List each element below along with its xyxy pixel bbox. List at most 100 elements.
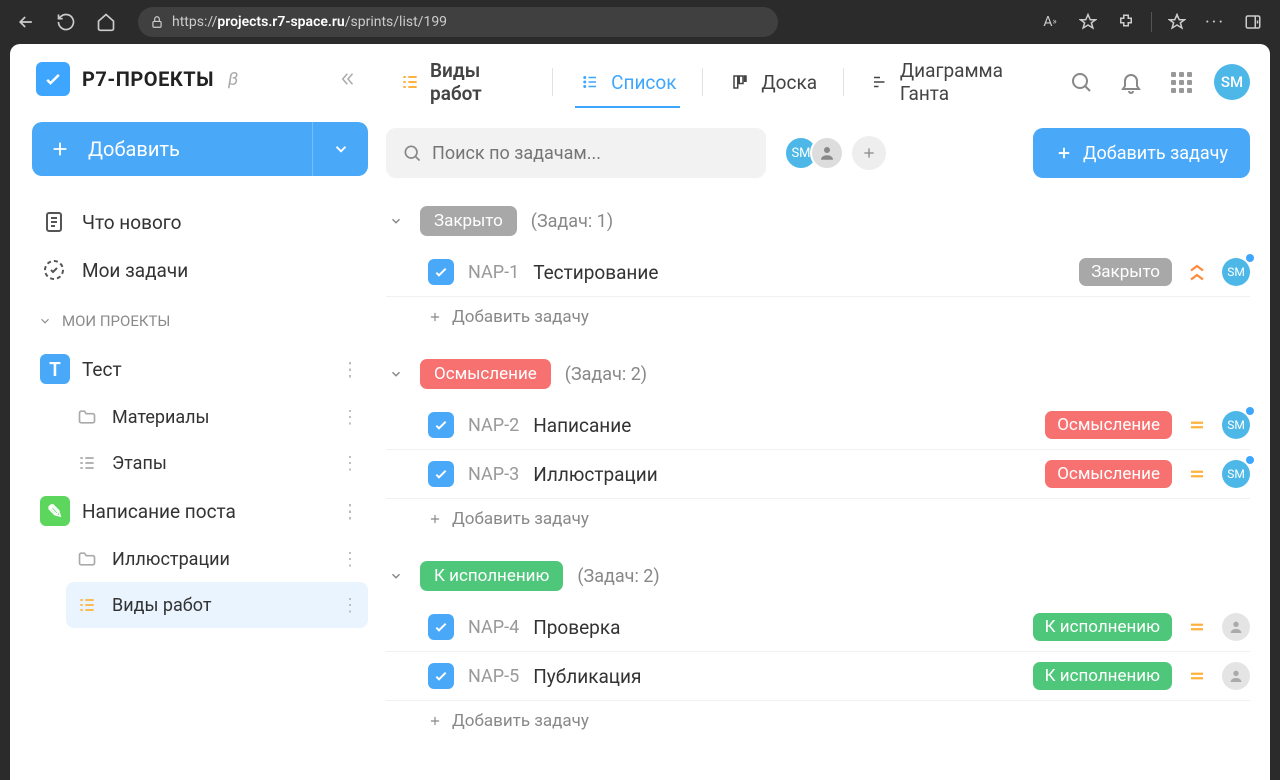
- project-more-button[interactable]: ⋮: [338, 402, 362, 432]
- search-input[interactable]: [432, 143, 750, 164]
- project-more-button[interactable]: ⋮: [338, 448, 362, 478]
- section-label: МОИ ПРОЕКТЫ: [62, 312, 170, 330]
- add-task-button[interactable]: Добавить задачу: [1033, 128, 1250, 178]
- group-header[interactable]: Закрыто (Задач: 1): [386, 200, 1250, 248]
- task-check-icon[interactable]: [428, 259, 454, 285]
- project-child-name: Виды работ: [112, 595, 212, 616]
- collections-icon[interactable]: [1160, 6, 1194, 38]
- browser-home-button[interactable]: [90, 6, 122, 38]
- task-row[interactable]: NAP-3 Иллюстрации Осмысление SM: [386, 450, 1250, 499]
- assignee-avatar[interactable]: SM: [1222, 411, 1250, 439]
- task-row[interactable]: NAP-1 Тестирование Закрыто SM: [386, 248, 1250, 297]
- chevron-down-icon: [386, 569, 406, 583]
- tab-list[interactable]: Список: [565, 63, 690, 102]
- tab-label: Список: [611, 71, 676, 94]
- task-title: Иллюстрации: [533, 463, 657, 486]
- task-status-pill[interactable]: К исполнению: [1033, 613, 1172, 641]
- add-button[interactable]: Добавить: [32, 122, 368, 176]
- task-key: NAP-4: [468, 617, 519, 638]
- group-status-pill: К исполнению: [420, 561, 563, 591]
- nav-label: Мои задачи: [82, 259, 188, 282]
- folder-icon: [74, 546, 100, 572]
- add-task-inline-label: Добавить задачу: [452, 509, 589, 529]
- add-task-inline[interactable]: Добавить задачу: [386, 297, 1250, 341]
- tab-gantt[interactable]: Диаграмма Ганта: [856, 51, 1056, 113]
- priority-high-icon: [1188, 263, 1206, 281]
- project-child-item[interactable]: Виды работ ⋮: [66, 582, 368, 628]
- task-check-icon[interactable]: [428, 461, 454, 487]
- gantt-icon: [870, 71, 890, 93]
- search-box[interactable]: [386, 128, 766, 178]
- tab-label: Доска: [761, 71, 817, 94]
- extensions-icon[interactable]: [1109, 6, 1143, 38]
- task-key: NAP-3: [468, 464, 519, 485]
- user-chip-empty[interactable]: [810, 136, 844, 170]
- url-bar[interactable]: https://projects.r7-space.ru/sprints/lis…: [138, 7, 778, 37]
- project-more-button[interactable]: ⋮: [338, 590, 362, 620]
- project-child-item[interactable]: Этапы⋮: [66, 440, 368, 486]
- list-icon: [74, 450, 100, 476]
- tab-label: Диаграмма Ганта: [900, 59, 1042, 105]
- view-title: Виды работ: [386, 51, 540, 113]
- project-item[interactable]: ТТест⋮: [32, 344, 368, 394]
- search-icon[interactable]: [1064, 65, 1098, 99]
- add-task-inline-label: Добавить задачу: [452, 307, 589, 327]
- logo: Р7-ПРОЕКТЫ β: [32, 62, 368, 96]
- tab-board[interactable]: Доска: [715, 63, 831, 102]
- task-row[interactable]: NAP-5 Публикация К исполнению: [386, 652, 1250, 701]
- nav-whatsnew[interactable]: Что нового: [32, 198, 368, 246]
- notifications-icon[interactable]: [1114, 65, 1148, 99]
- apps-icon[interactable]: [1164, 65, 1198, 99]
- assignee-avatar-empty[interactable]: [1222, 662, 1250, 690]
- read-aloud-icon[interactable]: A»: [1033, 6, 1067, 38]
- group-header[interactable]: Осмысление (Задач: 2): [386, 353, 1250, 401]
- add-task-inline[interactable]: Добавить задачу: [386, 499, 1250, 543]
- project-icon: Т: [40, 354, 70, 384]
- tasks-icon: [400, 71, 420, 93]
- user-avatar[interactable]: SM: [1214, 64, 1250, 100]
- more-icon[interactable]: ···: [1198, 6, 1232, 38]
- task-key: NAP-1: [468, 262, 519, 283]
- favorite-icon[interactable]: [1071, 6, 1105, 38]
- task-status-pill[interactable]: Осмысление: [1045, 411, 1172, 439]
- group-header[interactable]: К исполнению (Задач: 2): [386, 555, 1250, 603]
- add-dropdown-toggle[interactable]: [312, 122, 368, 176]
- task-status-pill[interactable]: К исполнению: [1033, 662, 1172, 690]
- task-check-icon[interactable]: [428, 412, 454, 438]
- task-check-icon[interactable]: [428, 614, 454, 640]
- collapse-sidebar-button[interactable]: [334, 65, 362, 93]
- assignee-avatar-empty[interactable]: [1222, 613, 1250, 641]
- add-button-label: Добавить: [88, 137, 312, 161]
- project-child-item[interactable]: Материалы⋮: [66, 394, 368, 440]
- project-more-button[interactable]: ⋮: [338, 354, 362, 384]
- assignee-avatar[interactable]: SM: [1222, 258, 1250, 286]
- project-item[interactable]: ✎Написание поста⋮: [32, 486, 368, 536]
- task-check-icon[interactable]: [428, 663, 454, 689]
- plus-icon: [428, 512, 442, 526]
- project-child-name: Иллюстрации: [112, 549, 230, 570]
- plus-icon: [428, 714, 442, 728]
- browser-refresh-button[interactable]: [50, 6, 82, 38]
- task-row[interactable]: NAP-2 Написание Осмысление SM: [386, 401, 1250, 450]
- project-more-button[interactable]: ⋮: [338, 544, 362, 574]
- assignee-avatar[interactable]: SM: [1222, 460, 1250, 488]
- task-status-pill[interactable]: Закрыто: [1079, 258, 1172, 286]
- add-assignee-button[interactable]: [852, 136, 886, 170]
- task-row[interactable]: NAP-4 Проверка К исполнению: [386, 603, 1250, 652]
- board-icon: [729, 71, 751, 93]
- project-child-item[interactable]: Иллюстрации ⋮: [66, 536, 368, 582]
- project-more-button[interactable]: ⋮: [338, 496, 362, 526]
- nav-mytasks[interactable]: Мои задачи: [32, 246, 368, 294]
- sidebar-toggle-icon[interactable]: [1236, 6, 1270, 38]
- projects-section-header[interactable]: МОИ ПРОЕКТЫ: [32, 294, 368, 344]
- add-task-inline-label: Добавить задачу: [452, 711, 589, 731]
- project-icon: ✎: [40, 496, 70, 526]
- divider: [1151, 12, 1152, 32]
- task-status-pill[interactable]: Осмысление: [1045, 460, 1172, 488]
- plus-icon: [1055, 144, 1073, 162]
- browser-back-button[interactable]: [10, 6, 42, 38]
- add-task-inline[interactable]: Добавить задачу: [386, 701, 1250, 745]
- beta-label: β: [228, 69, 238, 90]
- divider: [552, 68, 553, 96]
- add-task-label: Добавить задачу: [1083, 143, 1228, 164]
